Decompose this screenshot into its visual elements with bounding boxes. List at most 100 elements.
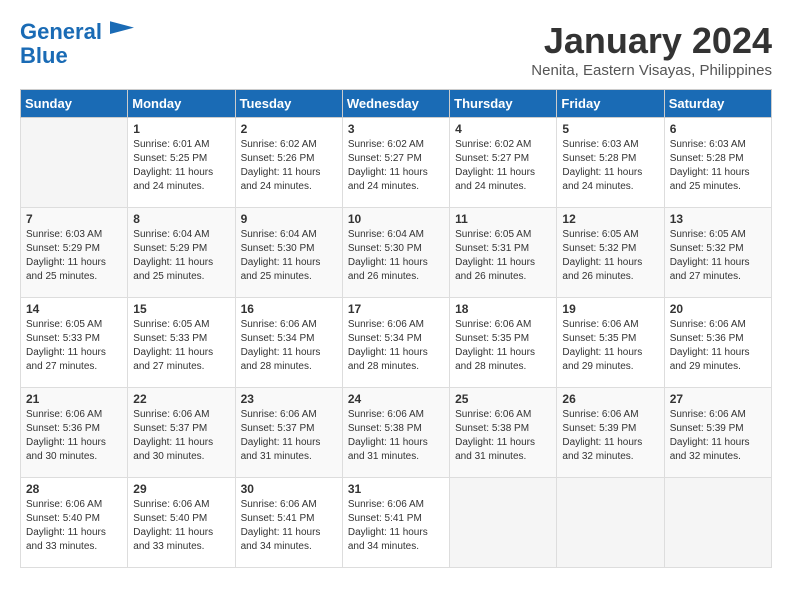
calendar-header-row: SundayMondayTuesdayWednesdayThursdayFrid… — [21, 90, 772, 118]
day-info: Sunrise: 6:04 AM Sunset: 5:29 PM Dayligh… — [133, 228, 229, 284]
logo: General Blue — [20, 20, 134, 68]
calendar-cell: 13 Sunrise: 6:05 AM Sunset: 5:32 PM Dayli… — [664, 208, 771, 298]
calendar-cell: 31 Sunrise: 6:06 AM Sunset: 5:41 PM Dayli… — [342, 478, 449, 568]
calendar-cell: 19Sunrise: 6:06 AM Sunset: 5:35 PM Dayli… — [557, 298, 664, 388]
day-info: Sunrise: 6:04 AM Sunset: 5:30 PM Dayligh… — [241, 228, 337, 284]
weekday-header-monday: Monday — [128, 90, 235, 118]
day-info: Sunrise: 6:06 AM Sunset: 5:37 PM Dayligh… — [241, 408, 337, 464]
logo-flag-icon — [110, 21, 134, 39]
location-text: Nenita, Eastern Visayas, Philippines — [531, 62, 772, 79]
calendar-cell: 11 Sunrise: 6:05 AM Sunset: 5:31 PM Dayli… — [450, 208, 557, 298]
day-number: 8 — [133, 212, 229, 226]
day-info: Sunrise: 6:06 AM Sunset: 5:38 PM Dayligh… — [348, 408, 444, 464]
title-block: January 2024 Nenita, Eastern Visayas, Ph… — [531, 20, 772, 79]
day-number: 20 — [670, 302, 766, 316]
day-number: 7 — [26, 212, 122, 226]
calendar-body: 1 Sunrise: 6:01 AM Sunset: 5:25 PM Daylig… — [21, 118, 772, 568]
day-info: Sunrise: 6:05 AM Sunset: 5:32 PM Dayligh… — [670, 228, 766, 284]
day-info: Sunrise: 6:06 AM Sunset: 5:41 PM Dayligh… — [348, 498, 444, 554]
calendar-cell: 4 Sunrise: 6:02 AM Sunset: 5:27 PM Daylig… — [450, 118, 557, 208]
day-number: 25 — [455, 392, 551, 406]
day-number: 30 — [241, 482, 337, 496]
day-number: 10 — [348, 212, 444, 226]
calendar-cell: 29 Sunrise: 6:06 AM Sunset: 5:40 PM Dayli… — [128, 478, 235, 568]
day-info: Sunrise: 6:02 AM Sunset: 5:27 PM Dayligh… — [348, 138, 444, 194]
day-number: 23 — [241, 392, 337, 406]
day-info: Sunrise: 6:06 AM Sunset: 5:40 PM Dayligh… — [26, 498, 122, 554]
day-info: Sunrise: 6:03 AM Sunset: 5:28 PM Dayligh… — [562, 138, 658, 194]
logo-blue: Blue — [20, 43, 68, 68]
calendar-cell: 1 Sunrise: 6:01 AM Sunset: 5:25 PM Daylig… — [128, 118, 235, 208]
calendar-cell — [450, 478, 557, 568]
day-number: 1 — [133, 122, 229, 136]
day-info: Sunrise: 6:06 AM Sunset: 5:34 PM Dayligh… — [348, 318, 444, 374]
day-number: 31 — [348, 482, 444, 496]
calendar-cell: 30 Sunrise: 6:06 AM Sunset: 5:41 PM Dayli… — [235, 478, 342, 568]
day-info: Sunrise: 6:06 AM Sunset: 5:37 PM Dayligh… — [133, 408, 229, 464]
day-info: Sunrise: 6:03 AM Sunset: 5:29 PM Dayligh… — [26, 228, 122, 284]
day-number: 13 — [670, 212, 766, 226]
day-info: Sunrise: 6:02 AM Sunset: 5:27 PM Dayligh… — [455, 138, 551, 194]
calendar-cell: 23 Sunrise: 6:06 AM Sunset: 5:37 PM Dayli… — [235, 388, 342, 478]
day-number: 16 — [241, 302, 337, 316]
day-number: 5 — [562, 122, 658, 136]
calendar-table: SundayMondayTuesdayWednesdayThursdayFrid… — [20, 89, 772, 568]
weekday-header-saturday: Saturday — [664, 90, 771, 118]
calendar-cell: 9Sunrise: 6:04 AM Sunset: 5:30 PM Daylig… — [235, 208, 342, 298]
day-info: Sunrise: 6:06 AM Sunset: 5:36 PM Dayligh… — [670, 318, 766, 374]
calendar-cell: 25 Sunrise: 6:06 AM Sunset: 5:38 PM Dayli… — [450, 388, 557, 478]
day-number: 11 — [455, 212, 551, 226]
calendar-cell: 2Sunrise: 6:02 AM Sunset: 5:26 PM Daylig… — [235, 118, 342, 208]
day-number: 28 — [26, 482, 122, 496]
day-info: Sunrise: 6:06 AM Sunset: 5:39 PM Dayligh… — [562, 408, 658, 464]
day-number: 24 — [348, 392, 444, 406]
day-info: Sunrise: 6:01 AM Sunset: 5:25 PM Dayligh… — [133, 138, 229, 194]
logo-general: General — [20, 19, 102, 44]
calendar-cell: 18 Sunrise: 6:06 AM Sunset: 5:35 PM Dayli… — [450, 298, 557, 388]
weekday-header-wednesday: Wednesday — [342, 90, 449, 118]
day-number: 19 — [562, 302, 658, 316]
day-number: 12 — [562, 212, 658, 226]
calendar-cell: 14 Sunrise: 6:05 AM Sunset: 5:33 PM Dayli… — [21, 298, 128, 388]
calendar-cell: 5 Sunrise: 6:03 AM Sunset: 5:28 PM Daylig… — [557, 118, 664, 208]
weekday-header-friday: Friday — [557, 90, 664, 118]
month-title: January 2024 — [531, 20, 772, 62]
day-number: 21 — [26, 392, 122, 406]
day-number: 27 — [670, 392, 766, 406]
day-info: Sunrise: 6:02 AM Sunset: 5:26 PM Dayligh… — [241, 138, 337, 194]
day-info: Sunrise: 6:05 AM Sunset: 5:33 PM Dayligh… — [26, 318, 122, 374]
weekday-header-sunday: Sunday — [21, 90, 128, 118]
calendar-cell: 17 Sunrise: 6:06 AM Sunset: 5:34 PM Dayli… — [342, 298, 449, 388]
calendar-cell: 6Sunrise: 6:03 AM Sunset: 5:28 PM Daylig… — [664, 118, 771, 208]
page-header: General Blue January 2024 Nenita, Easter… — [20, 20, 772, 79]
calendar-week-1: 1 Sunrise: 6:01 AM Sunset: 5:25 PM Daylig… — [21, 118, 772, 208]
calendar-cell: 20 Sunrise: 6:06 AM Sunset: 5:36 PM Dayli… — [664, 298, 771, 388]
day-info: Sunrise: 6:06 AM Sunset: 5:41 PM Dayligh… — [241, 498, 337, 554]
day-number: 4 — [455, 122, 551, 136]
day-info: Sunrise: 6:05 AM Sunset: 5:31 PM Dayligh… — [455, 228, 551, 284]
day-info: Sunrise: 6:06 AM Sunset: 5:34 PM Dayligh… — [241, 318, 337, 374]
calendar-cell: 3 Sunrise: 6:02 AM Sunset: 5:27 PM Daylig… — [342, 118, 449, 208]
calendar-cell: 28 Sunrise: 6:06 AM Sunset: 5:40 PM Dayli… — [21, 478, 128, 568]
day-info: Sunrise: 6:04 AM Sunset: 5:30 PM Dayligh… — [348, 228, 444, 284]
day-info: Sunrise: 6:06 AM Sunset: 5:38 PM Dayligh… — [455, 408, 551, 464]
day-info: Sunrise: 6:06 AM Sunset: 5:39 PM Dayligh… — [670, 408, 766, 464]
day-info: Sunrise: 6:03 AM Sunset: 5:28 PM Dayligh… — [670, 138, 766, 194]
calendar-cell — [557, 478, 664, 568]
weekday-header-thursday: Thursday — [450, 90, 557, 118]
day-info: Sunrise: 6:06 AM Sunset: 5:36 PM Dayligh… — [26, 408, 122, 464]
calendar-week-5: 28 Sunrise: 6:06 AM Sunset: 5:40 PM Dayli… — [21, 478, 772, 568]
calendar-week-3: 14 Sunrise: 6:05 AM Sunset: 5:33 PM Dayli… — [21, 298, 772, 388]
day-info: Sunrise: 6:06 AM Sunset: 5:40 PM Dayligh… — [133, 498, 229, 554]
calendar-cell: 16 Sunrise: 6:06 AM Sunset: 5:34 PM Dayli… — [235, 298, 342, 388]
day-number: 3 — [348, 122, 444, 136]
day-number: 17 — [348, 302, 444, 316]
calendar-cell: 27 Sunrise: 6:06 AM Sunset: 5:39 PM Dayli… — [664, 388, 771, 478]
day-number: 14 — [26, 302, 122, 316]
calendar-week-4: 21 Sunrise: 6:06 AM Sunset: 5:36 PM Dayli… — [21, 388, 772, 478]
day-info: Sunrise: 6:05 AM Sunset: 5:33 PM Dayligh… — [133, 318, 229, 374]
day-info: Sunrise: 6:06 AM Sunset: 5:35 PM Dayligh… — [455, 318, 551, 374]
calendar-cell: 22Sunrise: 6:06 AM Sunset: 5:37 PM Dayli… — [128, 388, 235, 478]
day-number: 18 — [455, 302, 551, 316]
day-number: 29 — [133, 482, 229, 496]
